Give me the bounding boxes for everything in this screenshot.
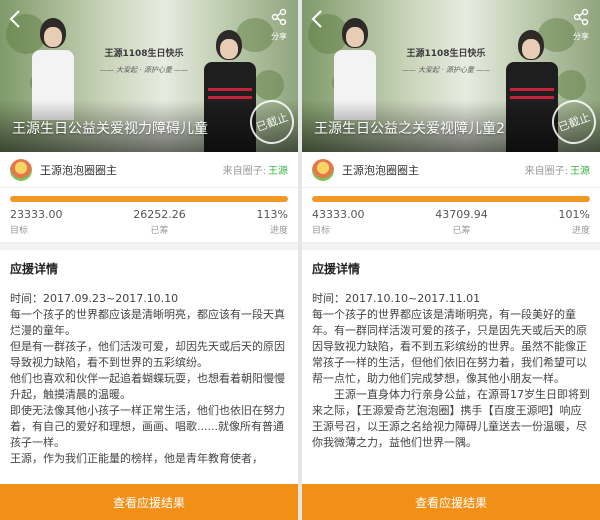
view-results-button[interactable]: 查看应援结果 (302, 484, 600, 520)
details-heading: 应援详情 (10, 262, 59, 276)
funding-progress: 43333.00 目标 43709.94 已筹 101% 进度 (302, 188, 600, 242)
funding-progress: 23333.00 目标 26252.26 已筹 113% 进度 (0, 188, 298, 242)
divider (0, 242, 298, 250)
campaign-time: 时间：2017.09.23~2017.10.10 (10, 292, 179, 305)
details-heading: 应援详情 (312, 262, 361, 276)
campaign-title: 王源生日公益关爱视力障碍儿童 (12, 121, 208, 137)
raised-stat: 26252.26 已筹 (133, 208, 186, 236)
back-button[interactable] (310, 8, 326, 32)
progress-stat: 101% 进度 (558, 208, 590, 236)
campaign-banner: 王源1108生日快乐 —— 大爱起 · 源护心童 —— 分享 王源生日公益之关爱… (302, 0, 600, 152)
progress-bar (312, 196, 590, 202)
banner-caption-title: 王源1108生日快乐 (104, 49, 184, 59)
two-screen-comparison: 王源1108生日快乐 —— 大爱起 · 源护心童 —— 分享 王源生日公益关爱视… (0, 0, 600, 520)
circle-info-row[interactable]: 王源泡泡圈圈主 来自圈子: 王源 (302, 152, 600, 188)
share-label: 分享 (271, 32, 287, 41)
details-paragraph: 每一个孩子的世界都应该是清晰明亮，都应该有一段天真烂漫的童年。 (10, 308, 285, 337)
progress-bar-fill (312, 196, 590, 202)
details-paragraph: 王源一直身体力行亲身公益，在源哥17岁生日即将到来之际，【王源爱奇艺泡泡圈】携手… (312, 388, 590, 449)
view-results-button[interactable]: 查看应援结果 (0, 484, 298, 520)
circle-owner-name: 王源泡泡圈圈主 (342, 163, 419, 177)
details-paragraph: 他们也喜欢和伙伴一起追着蝴蝶玩耍，也想看着朝阳慢慢升起，触摸清晨的温暖。 (10, 372, 285, 401)
from-circle-label: 来自圈子: (524, 166, 568, 177)
progress-bar-fill (10, 196, 288, 202)
details-section: 应援详情 时间：2017.09.23~2017.10.10 每一个孩子的世界都应… (0, 250, 298, 467)
campaign-time: 时间：2017.10.10~2017.11.01 (312, 292, 481, 305)
avatar (312, 158, 334, 181)
chevron-left-icon (311, 10, 322, 28)
divider (302, 242, 600, 250)
campaign-banner: 王源1108生日快乐 —— 大爱起 · 源护心童 —— 分享 王源生日公益关爱视… (0, 0, 298, 152)
target-stat: 43333.00 目标 (312, 208, 365, 236)
avatar (10, 158, 32, 181)
banner-caption-subtitle: —— 大爱起 · 源护心童 —— (401, 66, 491, 74)
banner-caption-title: 王源1108生日快乐 (406, 49, 486, 59)
raised-stat: 43709.94 已筹 (435, 208, 488, 236)
share-label: 分享 (573, 32, 589, 41)
back-button[interactable] (8, 8, 24, 32)
from-circle-link[interactable]: 王源 (570, 162, 590, 177)
banner-caption-subtitle: —— 大爱起 · 源护心童 —— (99, 66, 189, 74)
progress-stat: 113% 进度 (256, 208, 288, 236)
campaign-page-right: 王源1108生日快乐 —— 大爱起 · 源护心童 —— 分享 王源生日公益之关爱… (302, 0, 600, 520)
details-paragraph: 但是有一群孩子，他们活泼可爱，却因先天或后天的原因导致视力缺陷，看不到世界的五彩… (10, 340, 285, 369)
target-stat: 23333.00 目标 (10, 208, 63, 236)
from-circle-label: 来自圈子: (222, 166, 266, 177)
share-icon (271, 8, 287, 26)
share-button[interactable]: 分享 (266, 8, 292, 42)
campaign-page-left: 王源1108生日快乐 —— 大爱起 · 源护心童 —— 分享 王源生日公益关爱视… (0, 0, 298, 520)
progress-bar (10, 196, 288, 202)
circle-info-row[interactable]: 王源泡泡圈圈主 来自圈子: 王源 (0, 152, 298, 188)
details-section: 应援详情 时间：2017.10.10~2017.11.01 每一个孩子的世界都应… (302, 250, 600, 451)
from-circle-link[interactable]: 王源 (268, 162, 288, 177)
campaign-title: 王源生日公益之关爱视障儿童2 (314, 121, 505, 137)
details-paragraph: 每一个孩子的世界都应该是清晰明亮，有一段美好的童年。有一群同样活泼可爱的孩子，只… (312, 308, 587, 385)
details-paragraph: 即使无法像其他小孩子一样正常生活，他们也依旧在努力着，有自己的爱好和理想，画画、… (10, 404, 285, 449)
banner-caption: 王源1108生日快乐 —— 大爱起 · 源护心童 —— (84, 46, 204, 75)
banner-caption: 王源1108生日快乐 —— 大爱起 · 源护心童 —— (386, 46, 506, 75)
share-icon (573, 8, 589, 26)
share-button[interactable]: 分享 (568, 8, 594, 42)
details-paragraph: 王源，作为我们正能量的榜样，他是青年教育使者， (10, 452, 263, 465)
chevron-left-icon (9, 10, 20, 28)
circle-owner-name: 王源泡泡圈圈主 (40, 163, 117, 177)
